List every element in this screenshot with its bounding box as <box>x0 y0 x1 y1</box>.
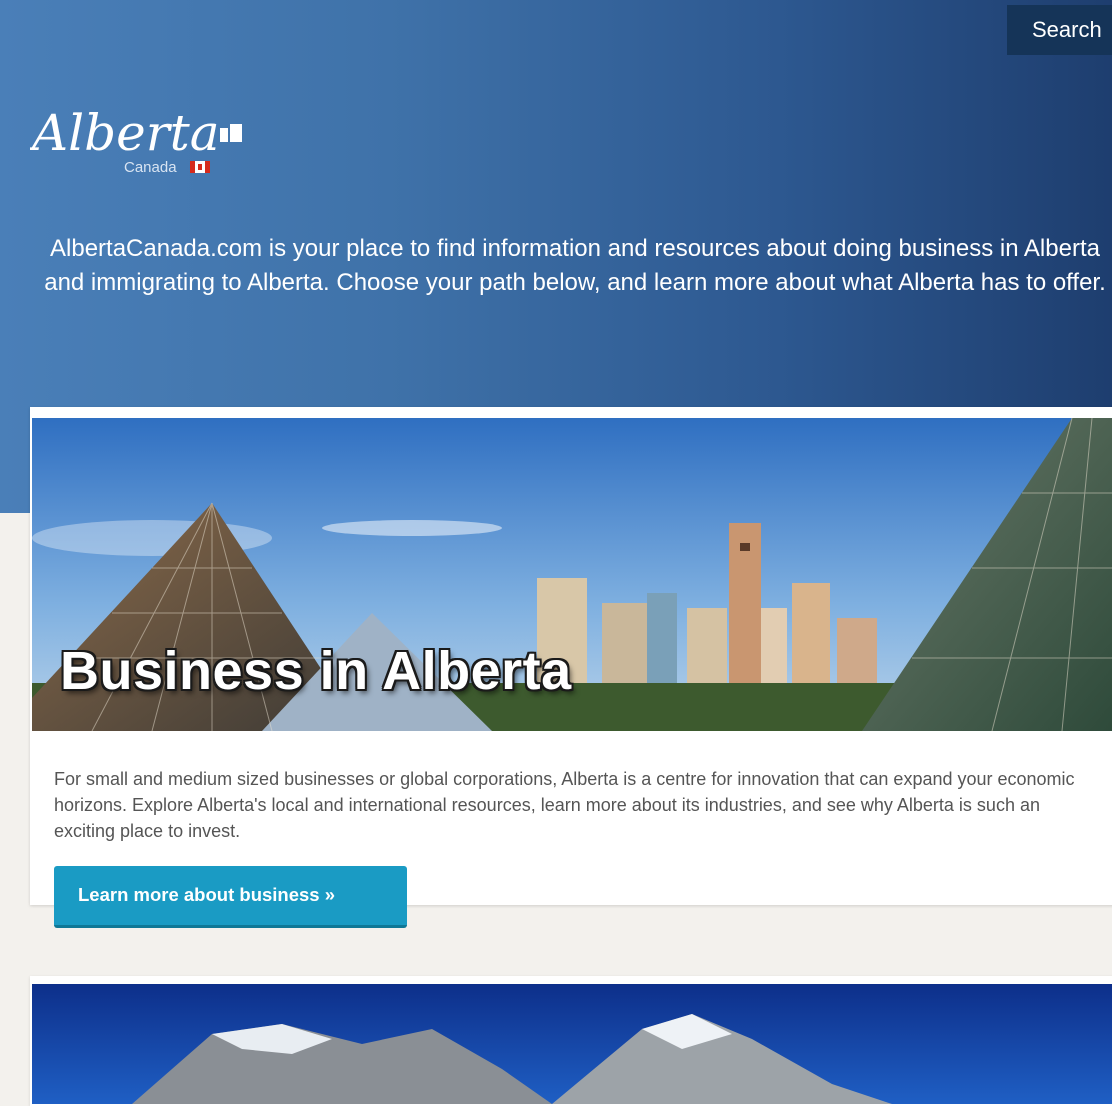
business-banner-title: Business in Alberta <box>60 641 572 701</box>
business-banner-image: Business in Alberta <box>32 418 1112 731</box>
mountain-banner-image <box>32 984 1112 1104</box>
learn-more-business-button[interactable]: Learn more about business » <box>54 866 407 928</box>
immigration-card <box>30 976 1112 1106</box>
intro-text: AlbertaCanada.com is your place to find … <box>44 235 1106 296</box>
alberta-logo[interactable]: Alberta Canada <box>28 90 260 185</box>
search-button[interactable]: Search <box>1007 5 1112 55</box>
canada-flag-icon <box>190 161 210 173</box>
logo-subtitle: Canada <box>124 159 177 176</box>
logo-wordmark: Alberta <box>30 104 220 162</box>
business-description: For small and medium sized businesses or… <box>54 769 1075 841</box>
business-card: Business in Alberta For small and medium… <box>30 407 1112 905</box>
